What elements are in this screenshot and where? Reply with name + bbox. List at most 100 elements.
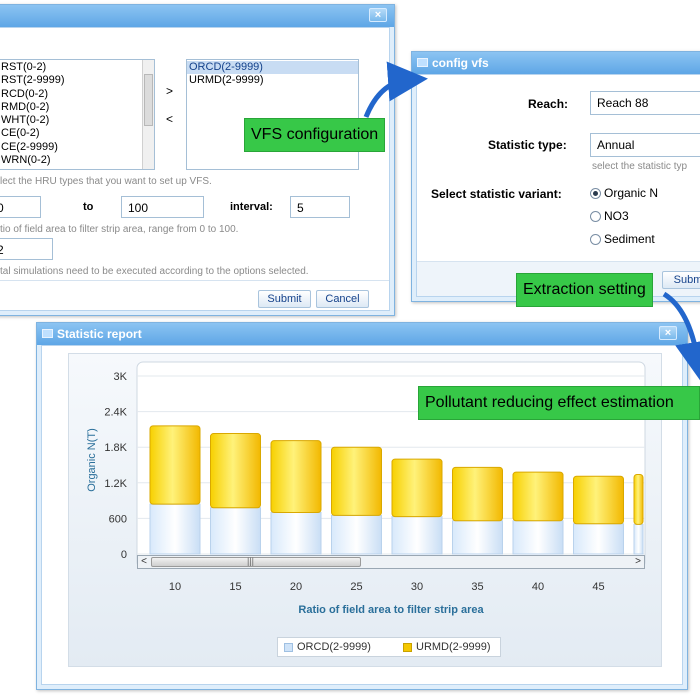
- interval-input[interactable]: 5: [290, 196, 350, 218]
- hru-cancel-button[interactable]: Cancel: [316, 290, 369, 308]
- y-axis-label: Organic N(T): [86, 428, 98, 492]
- variant-no3-radio[interactable]: [590, 211, 601, 222]
- bar-urmd: [331, 446, 382, 516]
- list-item[interactable]: URMD(2-9999): [187, 74, 358, 87]
- bar-urmd: [633, 473, 644, 525]
- x-tick-label: 45: [592, 581, 604, 593]
- list-item[interactable]: WRN(0-2): [0, 154, 154, 167]
- hru-window: × RST(0-2) RST(2-9999) RCD(0-2) RMD(0-2) WHT…: [0, 4, 395, 316]
- range-from-input[interactable]: 0: [0, 196, 41, 218]
- variant-organic-n-label: Organic N: [604, 186, 659, 200]
- config-window-body: Reach: Reach 88 Statistic type: Annual s…: [416, 74, 700, 297]
- scroll-right-button[interactable]: >: [632, 556, 644, 568]
- legend-label-urmd: URMD(2-9999): [416, 641, 491, 653]
- list-item[interactable]: WHT(0-2): [0, 114, 154, 127]
- bar-orcd: [391, 516, 443, 555]
- variant-sediment-label: Sediment: [604, 232, 655, 246]
- list-item[interactable]: RST(0-2): [0, 61, 154, 74]
- interval-label: interval:: [230, 201, 273, 213]
- report-close-button[interactable]: ×: [659, 326, 677, 340]
- vfs-configuration-callout: VFS configuration: [244, 118, 386, 152]
- source-hru-items: RST(0-2) RST(2-9999) RCD(0-2) RMD(0-2) WHT(0…: [0, 60, 154, 167]
- scroll-left-button[interactable]: <: [138, 556, 150, 568]
- x-tick-label: 40: [532, 581, 544, 593]
- y-tick-label: 600: [109, 513, 127, 525]
- bar-orcd: [633, 523, 644, 555]
- x-tick-label: 30: [411, 581, 423, 593]
- report-window-titlebar: Statistic report ×: [37, 323, 687, 345]
- bar-orcd: [452, 520, 503, 555]
- window-icon: [417, 58, 428, 67]
- y-tick-label: 2.4K: [104, 407, 127, 419]
- source-list-scroll-thumb[interactable]: [144, 74, 153, 126]
- report-window-title: Statistic report: [57, 327, 142, 341]
- list-item[interactable]: RMD(0-2): [0, 101, 154, 114]
- bar-urmd: [149, 425, 201, 505]
- bar-urmd: [270, 440, 322, 513]
- bar-urmd: [573, 475, 624, 525]
- chart-scroll-thumb[interactable]: |||: [151, 556, 361, 567]
- move-left-button[interactable]: <: [166, 112, 173, 126]
- list-item[interactable]: RCD(0-2): [0, 88, 154, 101]
- hru-window-titlebar: ×: [0, 5, 394, 27]
- chart-scrollbar[interactable]: < ||| >: [137, 555, 645, 569]
- reach-select[interactable]: Reach 88: [590, 91, 700, 115]
- hru-close-button[interactable]: ×: [369, 8, 387, 22]
- bar-urmd: [391, 458, 443, 518]
- list-item[interactable]: CE(0-2): [0, 127, 154, 140]
- y-tick-label: 0: [121, 549, 127, 561]
- legend-swatch-urmd: [403, 643, 412, 652]
- chart-legend: ORCD(2-9999) URMD(2-9999): [277, 637, 501, 657]
- hru-submit-button[interactable]: Submit: [258, 290, 311, 308]
- reach-label: Reach:: [528, 97, 569, 111]
- move-right-button[interactable]: >: [166, 84, 173, 98]
- hru-hint: lect the HRU types that you want to set …: [0, 176, 212, 187]
- scroll-grip-icon: |||: [247, 556, 255, 566]
- list-item[interactable]: ORCD(2-9999): [187, 61, 358, 75]
- bar-orcd: [331, 514, 382, 555]
- config-submit-button[interactable]: Subm: [662, 271, 700, 289]
- list-item[interactable]: CE(2-9999): [0, 141, 154, 154]
- range-to-input[interactable]: 100: [121, 196, 204, 218]
- target-hru-list[interactable]: ORCD(2-9999) URMD(2-9999): [186, 59, 359, 170]
- bar-orcd: [270, 511, 322, 555]
- statistic-variant-label: Select statistic variant:: [431, 187, 562, 201]
- x-tick-label: 10: [169, 581, 181, 593]
- window-icon: [42, 329, 53, 338]
- config-vfs-window: config vfs Reach: Reach 88 Statistic typ…: [411, 51, 700, 302]
- ratio-hint: tio of field area to filter strip area, …: [0, 224, 239, 235]
- list-item[interactable]: RST(2-9999): [0, 74, 154, 87]
- bar-urmd: [512, 471, 564, 522]
- y-tick-label: 1.8K: [104, 442, 127, 454]
- config-window-titlebar: config vfs: [412, 52, 700, 74]
- x-tick-label: 20: [290, 581, 302, 593]
- y-tick-label: 3K: [114, 371, 128, 383]
- config-window-title: config vfs: [432, 56, 489, 70]
- hru-footer-divider: [0, 280, 389, 281]
- range-to-label: to: [83, 201, 94, 213]
- statistic-type-select[interactable]: Annual: [590, 133, 700, 157]
- legend-label-orcd: ORCD(2-9999): [297, 641, 371, 653]
- y-tick-label: 1.2K: [104, 478, 127, 490]
- bar-orcd: [512, 520, 564, 555]
- extraction-setting-callout: Extraction setting: [516, 273, 653, 307]
- variant-sediment-radio[interactable]: [590, 234, 601, 245]
- x-tick-label: 15: [229, 581, 241, 593]
- source-hru-list[interactable]: RST(0-2) RST(2-9999) RCD(0-2) RMD(0-2) WHT(0…: [0, 59, 155, 170]
- hru-window-body: RST(0-2) RST(2-9999) RCD(0-2) RMD(0-2) WHT(0…: [0, 27, 390, 311]
- statistic-type-hint: select the statistic typ: [592, 161, 688, 172]
- bar-urmd: [210, 433, 261, 509]
- x-tick-label: 25: [350, 581, 362, 593]
- legend-swatch-orcd: [284, 643, 293, 652]
- source-list-scrollbar[interactable]: [142, 60, 154, 169]
- pollutant-estimation-callout: Pollutant reducing effect estimation: [418, 386, 700, 420]
- bar-orcd: [573, 523, 624, 555]
- x-tick-label: 35: [471, 581, 483, 593]
- variant-organic-n-radio[interactable]: [590, 188, 601, 199]
- ratio-input[interactable]: 2: [0, 238, 53, 260]
- target-hru-items: ORCD(2-9999) URMD(2-9999): [187, 60, 358, 88]
- x-axis-label: Ratio of field area to filter strip area: [298, 604, 484, 616]
- bar-orcd: [210, 507, 261, 555]
- total-simulations-hint: tal simulations need to be executed acco…: [0, 266, 309, 277]
- bar-urmd: [452, 466, 503, 522]
